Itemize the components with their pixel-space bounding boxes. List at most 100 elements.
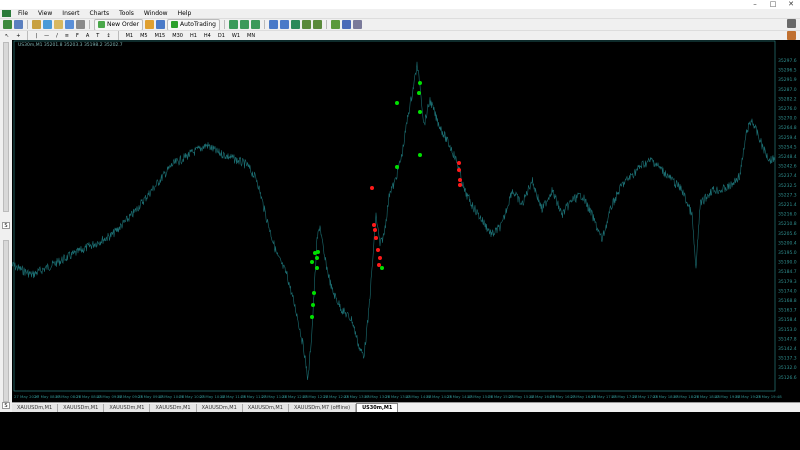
autotrading-label: AutoTrading (180, 21, 216, 28)
line-chart-icon[interactable] (251, 20, 260, 29)
account-icon[interactable] (787, 31, 796, 40)
menu-tools[interactable]: Tools (114, 9, 139, 18)
sell-signal-dot (372, 223, 376, 227)
market-watch-icon[interactable] (32, 20, 41, 29)
price-label: 35227.3 (778, 192, 797, 198)
vertical-line-icon[interactable]: | (33, 33, 39, 39)
timeframe-m30[interactable]: M30 (170, 33, 185, 39)
timeframe-mn[interactable]: MN (245, 33, 257, 39)
zoom-in-icon[interactable] (269, 20, 278, 29)
menu-file[interactable]: File (13, 9, 33, 18)
price-label: 35296.5 (778, 68, 797, 74)
timeframe-m15[interactable]: M15 (153, 33, 168, 39)
price-label: 35254.5 (778, 144, 797, 150)
zoom-out-icon[interactable] (280, 20, 289, 29)
close-icon[interactable]: ✕ (782, 0, 800, 9)
periods-icon[interactable] (342, 20, 351, 29)
price-chart[interactable]: US30m,M1 35201.8 35203.3 35198.2 35202.7… (11, 40, 800, 402)
sell-signal-dot (370, 186, 374, 190)
sell-signal-dot (374, 236, 378, 240)
chart-shift-icon[interactable] (313, 20, 322, 29)
crosshair-icon[interactable]: + (14, 33, 22, 39)
signal-markers (310, 81, 462, 319)
price-label: 35297.6 (778, 58, 797, 64)
price-label: 35291.9 (778, 77, 797, 83)
price-label: 35270.0 (778, 116, 797, 122)
metaeditor-icon[interactable] (145, 20, 155, 29)
price-label: 35158.4 (778, 317, 797, 323)
sell-signal-dot (457, 168, 461, 172)
text-icon[interactable]: A (84, 33, 91, 39)
sell-signal-dot (458, 178, 462, 182)
menu-view[interactable]: View (33, 9, 57, 18)
timeframe-h1[interactable]: H1 (188, 33, 199, 39)
search-icon[interactable] (787, 19, 796, 28)
maximize-icon[interactable]: □ (764, 0, 782, 9)
price-label: 35287.0 (778, 87, 797, 93)
price-label: 35282.2 (778, 96, 797, 102)
buy-signal-dot (418, 81, 422, 85)
price-label: 35142.4 (778, 346, 797, 352)
tester-icon[interactable] (76, 20, 85, 29)
buy-signal-dot (418, 110, 422, 114)
price-label: 35221.4 (778, 202, 797, 208)
price-label: 35210.8 (778, 221, 797, 227)
trendline-icon[interactable]: / (54, 33, 60, 39)
price-label: 35190.0 (778, 260, 797, 266)
menu-charts[interactable]: Charts (85, 9, 115, 18)
toolbar-right (787, 19, 796, 28)
profiles-icon[interactable] (14, 20, 23, 29)
data-window-icon[interactable] (43, 20, 52, 29)
price-axis: 35297.6 35296.5 35291.9 35287.0 35282.2 35276… (778, 58, 797, 381)
arrows-icon[interactable]: ↕ (104, 33, 112, 39)
timeframe-d1[interactable]: D1 (216, 33, 227, 39)
left-scrollbar-top[interactable] (3, 42, 9, 212)
navigator-icon[interactable] (54, 20, 63, 29)
bar-chart-icon[interactable] (229, 20, 238, 29)
autotrading-button[interactable]: AutoTrading (167, 18, 220, 31)
menu-window[interactable]: Window (139, 9, 173, 18)
timeframe-w1[interactable]: W1 (230, 33, 242, 39)
channel-icon[interactable]: ≡ (63, 33, 71, 39)
fibonacci-icon[interactable]: F (74, 33, 81, 39)
cursor-icon[interactable]: ↖ (3, 33, 11, 39)
sell-signal-dot (378, 256, 382, 260)
timeframe-m5[interactable]: M5 (138, 33, 150, 39)
minimize-icon[interactable]: – (746, 0, 764, 9)
terminal-icon[interactable] (65, 20, 74, 29)
buy-signal-dot (380, 266, 384, 270)
price-line (11, 61, 775, 381)
scroll-chart-icon[interactable] (302, 20, 311, 29)
price-label: 35276.0 (778, 106, 797, 112)
menu-insert[interactable]: Insert (57, 9, 84, 18)
buy-signal-dot (315, 266, 319, 270)
price-label: 35184.7 (778, 269, 797, 275)
chart-canvas: 35297.6 35296.5 35291.9 35287.0 35282.2 35276… (11, 40, 797, 399)
new-chart-icon[interactable] (3, 20, 12, 29)
left-label-top: S (2, 222, 10, 229)
label-icon[interactable]: T (94, 33, 101, 39)
timeframe-h4[interactable]: H4 (202, 33, 213, 39)
sell-signal-dot (373, 228, 377, 232)
left-label-bottom: S (2, 402, 10, 409)
price-label: 35216.0 (778, 212, 797, 218)
left-scrollbar-bottom[interactable] (3, 240, 9, 402)
sell-signal-dot (377, 263, 381, 267)
price-label: 35264.8 (778, 125, 797, 131)
price-label: 35205.6 (778, 231, 797, 237)
price-label: 35126.6 (778, 375, 797, 381)
tile-windows-icon[interactable] (291, 20, 300, 29)
menu-help[interactable]: Help (173, 9, 197, 18)
price-label: 35168.8 (778, 298, 797, 304)
signals-icon[interactable] (156, 20, 166, 29)
price-label: 35200.4 (778, 240, 797, 246)
timeframe-m1[interactable]: M1 (124, 33, 136, 39)
buy-signal-dot (310, 260, 314, 264)
new-order-button[interactable]: New Order (94, 18, 144, 31)
toolbar-separator (117, 31, 119, 40)
templates-icon[interactable] (353, 20, 362, 29)
horizontal-line-icon[interactable]: — (42, 33, 51, 39)
candlestick-icon[interactable] (240, 20, 249, 29)
toolbar-separator (27, 20, 28, 29)
indicators-icon[interactable] (331, 20, 340, 29)
